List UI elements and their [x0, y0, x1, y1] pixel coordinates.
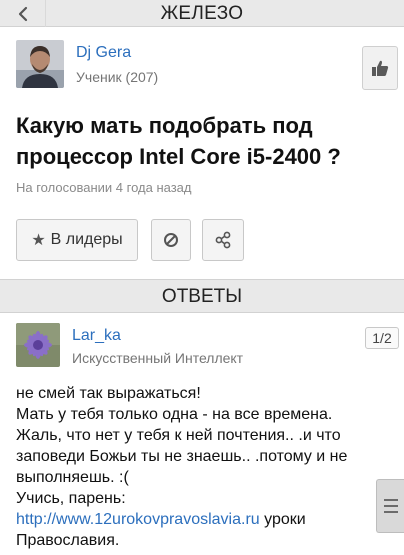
category-title: ЖЕЛЕЗО	[160, 3, 244, 24]
answer-body: не смей так выражаться! Мать у тебя толь…	[16, 383, 392, 551]
to-leaders-label: В лидеры	[50, 231, 123, 248]
answer-link[interactable]: http://www.12urokovpravoslavia.ru	[16, 511, 260, 528]
avatar[interactable]	[16, 40, 64, 88]
answer-line: Мать у тебя только одна - на все времена…	[16, 406, 333, 423]
to-leaders-button[interactable]: ★ В лидеры	[16, 219, 138, 261]
answer-author: Lar_ka Искусственный Интеллект	[16, 323, 356, 373]
avatar[interactable]	[16, 323, 60, 367]
star-icon: ★	[31, 232, 46, 249]
menu-icon	[383, 499, 398, 501]
author-rank: Ученик (207)	[76, 69, 159, 85]
like-button[interactable]	[362, 46, 398, 90]
author-rank: Искусственный Интеллект	[72, 350, 244, 366]
menu-button[interactable]	[376, 479, 404, 533]
answers-title: ОТВЕТЫ	[161, 286, 243, 307]
thumbs-up-icon	[372, 60, 389, 76]
answer-line: Жаль, что нет у тебя к ней почтения.. .и…	[16, 427, 348, 486]
question-author: Dj Gera Ученик (207)	[16, 40, 316, 90]
author-name[interactable]: Dj Gera	[76, 44, 131, 62]
question-title: Какую мать подобрать под процессор Intel…	[16, 113, 341, 169]
answer-line: Учись, парень:	[16, 490, 126, 507]
share-icon	[215, 231, 231, 249]
share-button[interactable]	[202, 219, 244, 261]
question-meta: На голосовании 4 года назад	[16, 180, 192, 195]
top-bar: ЖЕЛЕЗО	[0, 0, 404, 27]
answer-link-line: http://www.12urokovpravoslavia.ru уроки …	[16, 509, 392, 551]
author-name[interactable]: Lar_ka	[72, 327, 121, 345]
answer-pager[interactable]: 1/2	[365, 327, 399, 349]
answer-line: не смей так выражаться!	[16, 385, 201, 402]
answers-header: ОТВЕТЫ	[0, 279, 404, 313]
block-button[interactable]	[151, 219, 191, 261]
block-icon	[164, 233, 178, 247]
